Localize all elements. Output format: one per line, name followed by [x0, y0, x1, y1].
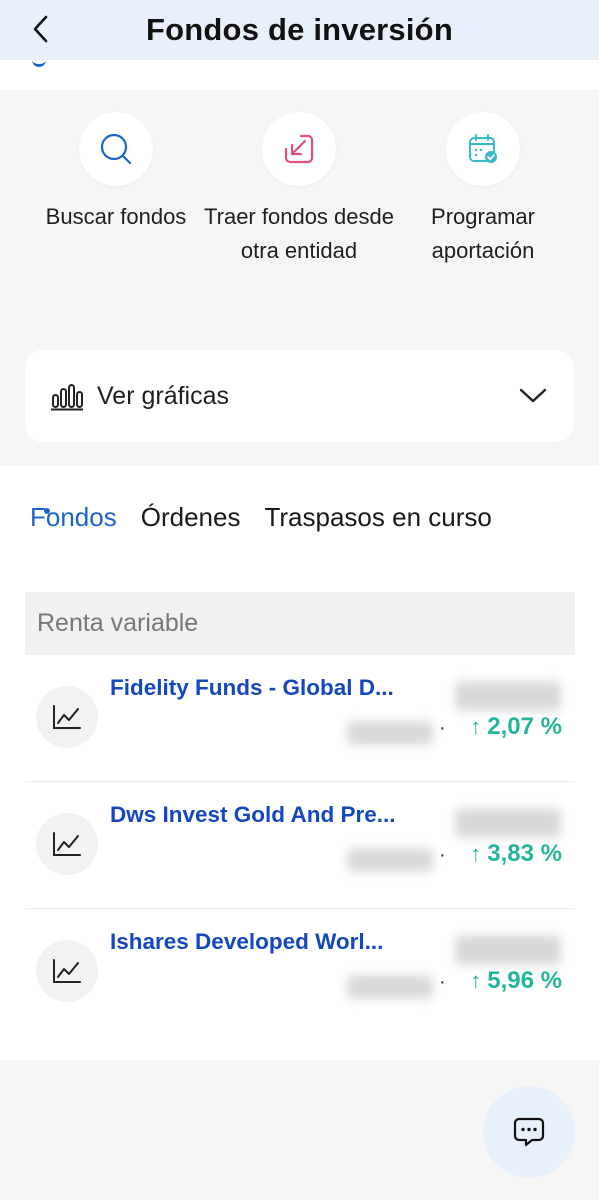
chat-bubble-icon — [513, 1117, 545, 1147]
import-arrow-icon — [284, 134, 314, 164]
arrow-up-icon: ↑ — [470, 968, 482, 993]
fund-change-value: 3,83 % — [487, 840, 562, 867]
fund-value-redacted — [455, 681, 561, 711]
tab-fondos[interactable]: Fondos — [30, 502, 117, 533]
tab-ordenes[interactable]: Órdenes — [141, 502, 241, 533]
fund-change: ↑ 3,83 % — [470, 840, 562, 868]
fund-name[interactable]: Dws Invest Gold And Pre... — [110, 802, 432, 828]
chevron-left-icon — [33, 15, 48, 43]
fund-units-redacted — [347, 721, 433, 745]
fund-units-redacted — [347, 975, 433, 999]
separator-dot: · — [439, 844, 446, 866]
transfer-funds-label: Traer fondos desde otra entidad — [204, 204, 394, 263]
search-icon — [100, 133, 132, 165]
chevron-down-icon — [519, 388, 547, 403]
page-title: Fondos de inversión — [146, 12, 453, 47]
view-charts-toggle[interactable]: Ver gráficas — [25, 350, 574, 442]
fund-name[interactable]: Ishares Developed Worl... — [110, 929, 432, 955]
arrow-up-icon: ↑ — [470, 714, 482, 739]
fund-row[interactable]: Dws Invest Gold And Pre... · ↑ 3,83 % — [25, 782, 575, 909]
fund-change-value: 5,96 % — [487, 967, 562, 994]
separator-dot: · — [439, 717, 446, 739]
fund-name[interactable]: Fidelity Funds - Global D... — [110, 675, 432, 701]
fund-row[interactable]: Ishares Developed Worl... · ↑ 5,96 % — [25, 909, 575, 1035]
arrow-up-icon: ↑ — [470, 841, 482, 866]
active-tab-indicator — [44, 508, 50, 514]
summary-partial-icon — [32, 54, 46, 67]
fund-change-value: 2,07 % — [487, 713, 562, 740]
trend-line-icon — [36, 813, 98, 875]
fund-change: ↑ 2,07 % — [470, 713, 562, 741]
search-funds-button[interactable] — [79, 112, 153, 186]
search-funds-label: Buscar fondos — [45, 204, 187, 229]
tab-traspasos[interactable]: Traspasos en curso — [264, 502, 491, 533]
quick-actions: Buscar fondos Traer fondos desde otra en… — [0, 112, 599, 312]
view-charts-label: Ver gráficas — [97, 381, 230, 410]
fund-units-redacted — [347, 848, 433, 872]
tab-bar: Fondos Órdenes Traspasos en curso — [30, 502, 516, 533]
trend-line-icon — [36, 686, 98, 748]
schedule-contribution-label: Programar aportación — [431, 204, 535, 263]
calendar-check-icon — [469, 134, 497, 163]
separator-dot: · — [439, 971, 446, 993]
top-bar: Fondos de inversión — [0, 0, 599, 60]
transfer-funds-action[interactable]: Traer fondos desde otra entidad — [204, 112, 394, 268]
section-title: Renta variable — [37, 609, 199, 637]
summary-strip — [0, 60, 599, 90]
transfer-funds-button[interactable] — [262, 112, 336, 186]
section-header: Renta variable — [25, 592, 575, 655]
chat-button[interactable] — [483, 1086, 575, 1178]
schedule-contribution-action[interactable]: Programar aportación — [393, 112, 573, 268]
back-button[interactable] — [26, 12, 56, 46]
search-funds-action[interactable]: Buscar fondos — [26, 112, 206, 234]
fund-value-redacted — [455, 935, 561, 965]
fund-row[interactable]: Fidelity Funds - Global D... · ↑ 2,07 % — [25, 655, 575, 782]
fund-value-redacted — [455, 808, 561, 838]
bar-chart-icon — [51, 380, 83, 412]
fund-change: ↑ 5,96 % — [470, 967, 562, 995]
trend-line-icon — [36, 940, 98, 1002]
schedule-contribution-button[interactable] — [446, 112, 520, 186]
funds-panel: Fondos Órdenes Traspasos en curso Renta … — [0, 466, 599, 1060]
